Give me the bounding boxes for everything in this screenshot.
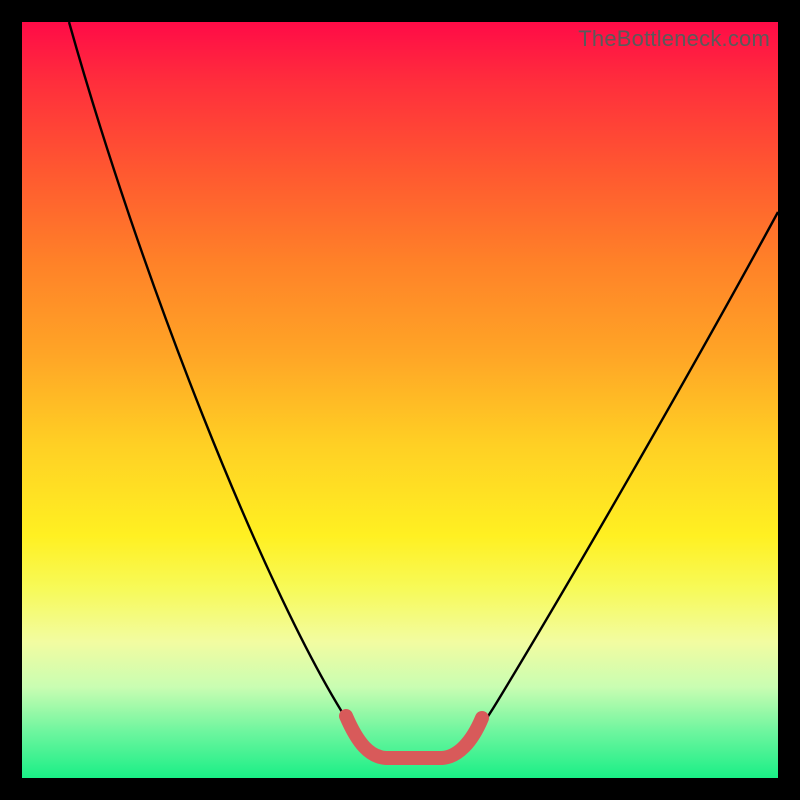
curve-layer bbox=[22, 22, 778, 778]
chart-frame: TheBottleneck.com bbox=[0, 0, 800, 800]
plot-area: TheBottleneck.com bbox=[22, 22, 778, 778]
bottleneck-curve bbox=[69, 22, 778, 758]
valley-highlight bbox=[346, 716, 482, 758]
